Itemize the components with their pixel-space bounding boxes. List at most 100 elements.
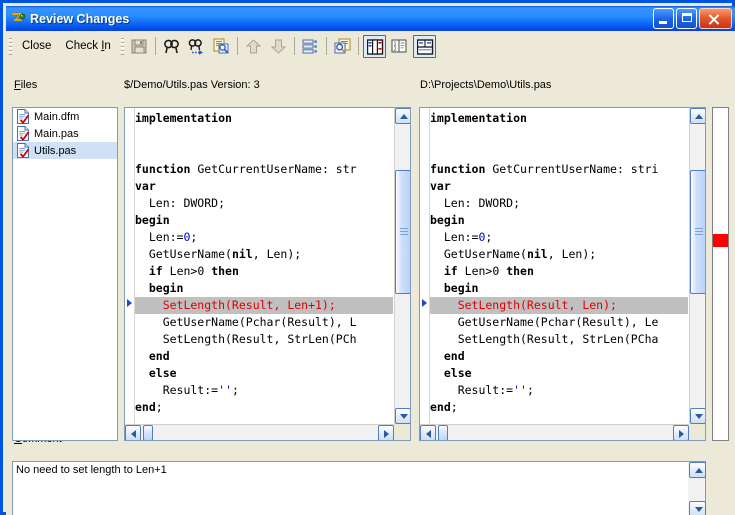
code-line: GetUserName(nil, Len);: [135, 246, 393, 263]
left-scroll-thumb[interactable]: [395, 170, 411, 294]
toolbar-grip-2[interactable]: [121, 38, 124, 55]
code-line: [135, 144, 393, 161]
right-code-text[interactable]: implementation function GetCurrentUserNa…: [430, 110, 688, 423]
code-line: if Len>0 then: [135, 263, 393, 280]
code-line: end: [135, 348, 393, 365]
right-scroll-up-button[interactable]: [690, 108, 706, 124]
left-scroll-left-button[interactable]: [125, 425, 141, 441]
left-horizontal-scrollbar[interactable]: [125, 424, 394, 440]
left-change-marker-icon: [127, 299, 132, 307]
code-line: if Len>0 then: [430, 263, 688, 280]
code-line: end;: [135, 399, 393, 416]
code-line: function GetCurrentUserName: str: [135, 161, 393, 178]
right-change-marker-icon: [422, 299, 427, 307]
right-scroll-down-button[interactable]: [690, 408, 706, 424]
close-button-toolbar[interactable]: Close: [15, 37, 58, 55]
code-line: Len:=0;: [430, 229, 688, 246]
right-vertical-scrollbar[interactable]: [689, 108, 705, 424]
right-hscroll-thumb[interactable]: [438, 425, 448, 441]
left-gutter: [125, 108, 135, 440]
file-list-item[interactable]: Utils.pas: [13, 142, 117, 159]
left-diff-pane[interactable]: implementation function GetCurrentUserNa…: [124, 107, 411, 441]
code-line: Result:='';: [135, 382, 393, 399]
title-bar[interactable]: Review Changes: [6, 6, 735, 31]
code-line-changed: SetLength(Result, Len+1);: [135, 297, 393, 314]
comment-scrollbar-inner[interactable]: [689, 462, 705, 515]
toolbar-grip-1[interactable]: [9, 38, 12, 55]
check-in-label-post: n: [104, 40, 110, 52]
code-line: GetUserName(Pchar(Result), L: [135, 314, 393, 331]
left-scroll-right-button[interactable]: [378, 425, 394, 441]
right-horizontal-scrollbar[interactable]: [420, 424, 689, 440]
file-list-item[interactable]: Main.dfm: [13, 108, 117, 125]
left-hscroll-thumb[interactable]: [143, 425, 153, 441]
horizontal-split-view-icon[interactable]: [413, 35, 436, 58]
code-line: [430, 416, 688, 423]
toolbar-separator-4: [326, 37, 327, 55]
files-label-rest: iles: [21, 79, 38, 91]
comment-scroll-down-button[interactable]: [689, 501, 706, 515]
history-list-icon[interactable]: [299, 35, 322, 58]
left-pane-header: $/Demo/Utils.pas Version: 3: [124, 79, 260, 91]
right-pane-header: D:\Projects\Demo\Utils.pas: [420, 79, 551, 91]
right-scroll-thumb[interactable]: [690, 170, 706, 294]
file-checked-icon: [16, 126, 30, 141]
window-client: Close Check In: [6, 31, 735, 515]
window-controls: [651, 8, 732, 29]
left-scroll-up-button[interactable]: [395, 108, 411, 124]
code-line: Len:=0;: [135, 229, 393, 246]
right-scroll-right-button[interactable]: [673, 425, 689, 441]
toolbar-separator-5: [358, 37, 359, 55]
difference-marker[interactable]: [713, 234, 728, 247]
code-line: Len: DWORD;: [135, 195, 393, 212]
find-next-icon[interactable]: [185, 35, 208, 58]
app-logo-icon: [10, 11, 26, 27]
code-line: else: [430, 365, 688, 382]
code-line: GetUserName(nil, Len);: [430, 246, 688, 263]
file-list-item[interactable]: Main.pas: [13, 125, 117, 142]
maximize-button[interactable]: [676, 8, 697, 29]
toolbar-separator-3: [294, 37, 295, 55]
check-in-button[interactable]: Check In: [58, 37, 117, 55]
code-line: GetUserName(Pchar(Result), Le: [430, 314, 688, 331]
view-details-icon[interactable]: [331, 35, 354, 58]
save-icon[interactable]: [128, 35, 151, 58]
line-numbers-icon[interactable]: 1 2: [388, 35, 411, 58]
review-changes-window: Review Changes Close Check In: [0, 0, 735, 515]
right-scroll-corner: [689, 424, 705, 440]
comment-scroll-up-button[interactable]: [689, 462, 706, 478]
code-line: Len: DWORD;: [430, 195, 688, 212]
right-diff-pane[interactable]: implementation function GetCurrentUserNa…: [419, 107, 706, 441]
difference-overview-bar[interactable]: [712, 107, 729, 441]
files-label: Files: [14, 79, 37, 91]
file-list-item-label: Utils.pas: [34, 145, 76, 157]
svg-text:2: 2: [393, 46, 396, 52]
right-scroll-left-button[interactable]: [420, 425, 436, 441]
close-button[interactable]: [699, 8, 732, 29]
side-by-side-view-icon[interactable]: [363, 35, 386, 58]
files-list[interactable]: Main.dfm Main.pas Utils.pas: [12, 107, 118, 441]
left-scroll-down-button[interactable]: [395, 408, 411, 424]
left-vertical-scrollbar[interactable]: [394, 108, 410, 424]
file-checked-icon: [16, 109, 30, 124]
code-line: function GetCurrentUserName: stri: [430, 161, 688, 178]
code-line: else: [135, 365, 393, 382]
minimize-button[interactable]: [653, 8, 674, 29]
code-line: [135, 416, 393, 423]
window-frame: Review Changes Close Check In: [0, 0, 735, 515]
left-code-text[interactable]: implementation function GetCurrentUserNa…: [135, 110, 393, 423]
compare-icon[interactable]: [210, 35, 233, 58]
next-difference-icon[interactable]: [267, 35, 290, 58]
toolbar-separator-2: [237, 37, 238, 55]
code-line: begin: [135, 280, 393, 297]
code-line: var: [135, 178, 393, 195]
comment-field[interactable]: No need to set length to Len+1: [12, 461, 706, 515]
comment-scrollbar[interactable]: [688, 462, 705, 515]
code-line: SetLength(Result, StrLen(PCh: [135, 331, 393, 348]
previous-difference-icon[interactable]: [242, 35, 265, 58]
comment-value[interactable]: No need to set length to Len+1: [16, 464, 685, 476]
find-icon[interactable]: [160, 35, 183, 58]
code-line: end;: [430, 399, 688, 416]
check-in-label-pre: Check: [65, 40, 101, 52]
file-list-item-label: Main.pas: [34, 128, 79, 140]
